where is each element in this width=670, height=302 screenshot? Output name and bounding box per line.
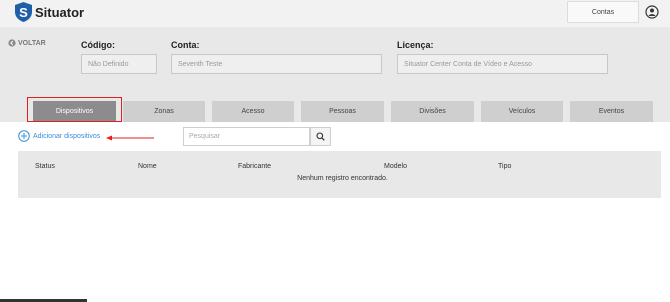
codigo-field: Não Definido (81, 54, 157, 74)
back-label: VOLTAR (18, 39, 46, 47)
column-header-modelo[interactable]: Modelo (384, 163, 407, 170)
tab-pessoas[interactable]: Pessoas (301, 101, 384, 122)
account-info-bar: VOLTAR Código: Não Definido Conta: Seven… (0, 27, 670, 97)
contas-button[interactable]: Contas (567, 1, 639, 23)
column-header-status[interactable]: Status (35, 163, 55, 170)
licenca-label: Licença: (397, 40, 434, 50)
add-device-label: Adicionar dispositivos (33, 132, 101, 140)
tab-divisoes[interactable]: Divisões (391, 101, 474, 122)
annotation-arrow-icon (106, 135, 154, 141)
app-name: Situator (35, 4, 85, 20)
tab-eventos[interactable]: Eventos (570, 101, 653, 122)
column-header-tipo[interactable]: Tipo (498, 163, 511, 170)
column-header-fabricante[interactable]: Fabricante (238, 163, 271, 170)
add-circle-icon (18, 130, 30, 142)
search-input[interactable]: Pesquisar (183, 127, 310, 146)
add-device-link[interactable]: Adicionar dispositivos (18, 130, 100, 142)
licenca-field: Situator Center Conta de Vídeo e Acesso (397, 54, 608, 74)
back-link[interactable]: VOLTAR (8, 39, 46, 47)
empty-table-message: Nenhum registro encontrado. (297, 175, 388, 182)
conta-label: Conta: (171, 40, 200, 50)
column-header-nome[interactable]: Nome (138, 163, 157, 170)
conta-field: Seventh Teste (171, 54, 382, 74)
codigo-label: Código: (81, 40, 115, 50)
app-logo[interactable]: S Situator (15, 2, 84, 22)
search-icon (316, 132, 325, 141)
svg-text:S: S (19, 5, 28, 20)
shield-logo-icon: S (15, 2, 32, 22)
user-icon[interactable] (645, 5, 659, 19)
tab-acesso[interactable]: Acesso (212, 101, 294, 122)
tab-veiculos[interactable]: Veículos (481, 101, 563, 122)
active-tab-highlight-box (27, 97, 122, 122)
search-button[interactable] (310, 127, 331, 146)
back-arrow-icon (8, 39, 16, 47)
top-header: S Situator Contas (0, 0, 670, 27)
tab-zonas[interactable]: Zonas (123, 101, 205, 122)
